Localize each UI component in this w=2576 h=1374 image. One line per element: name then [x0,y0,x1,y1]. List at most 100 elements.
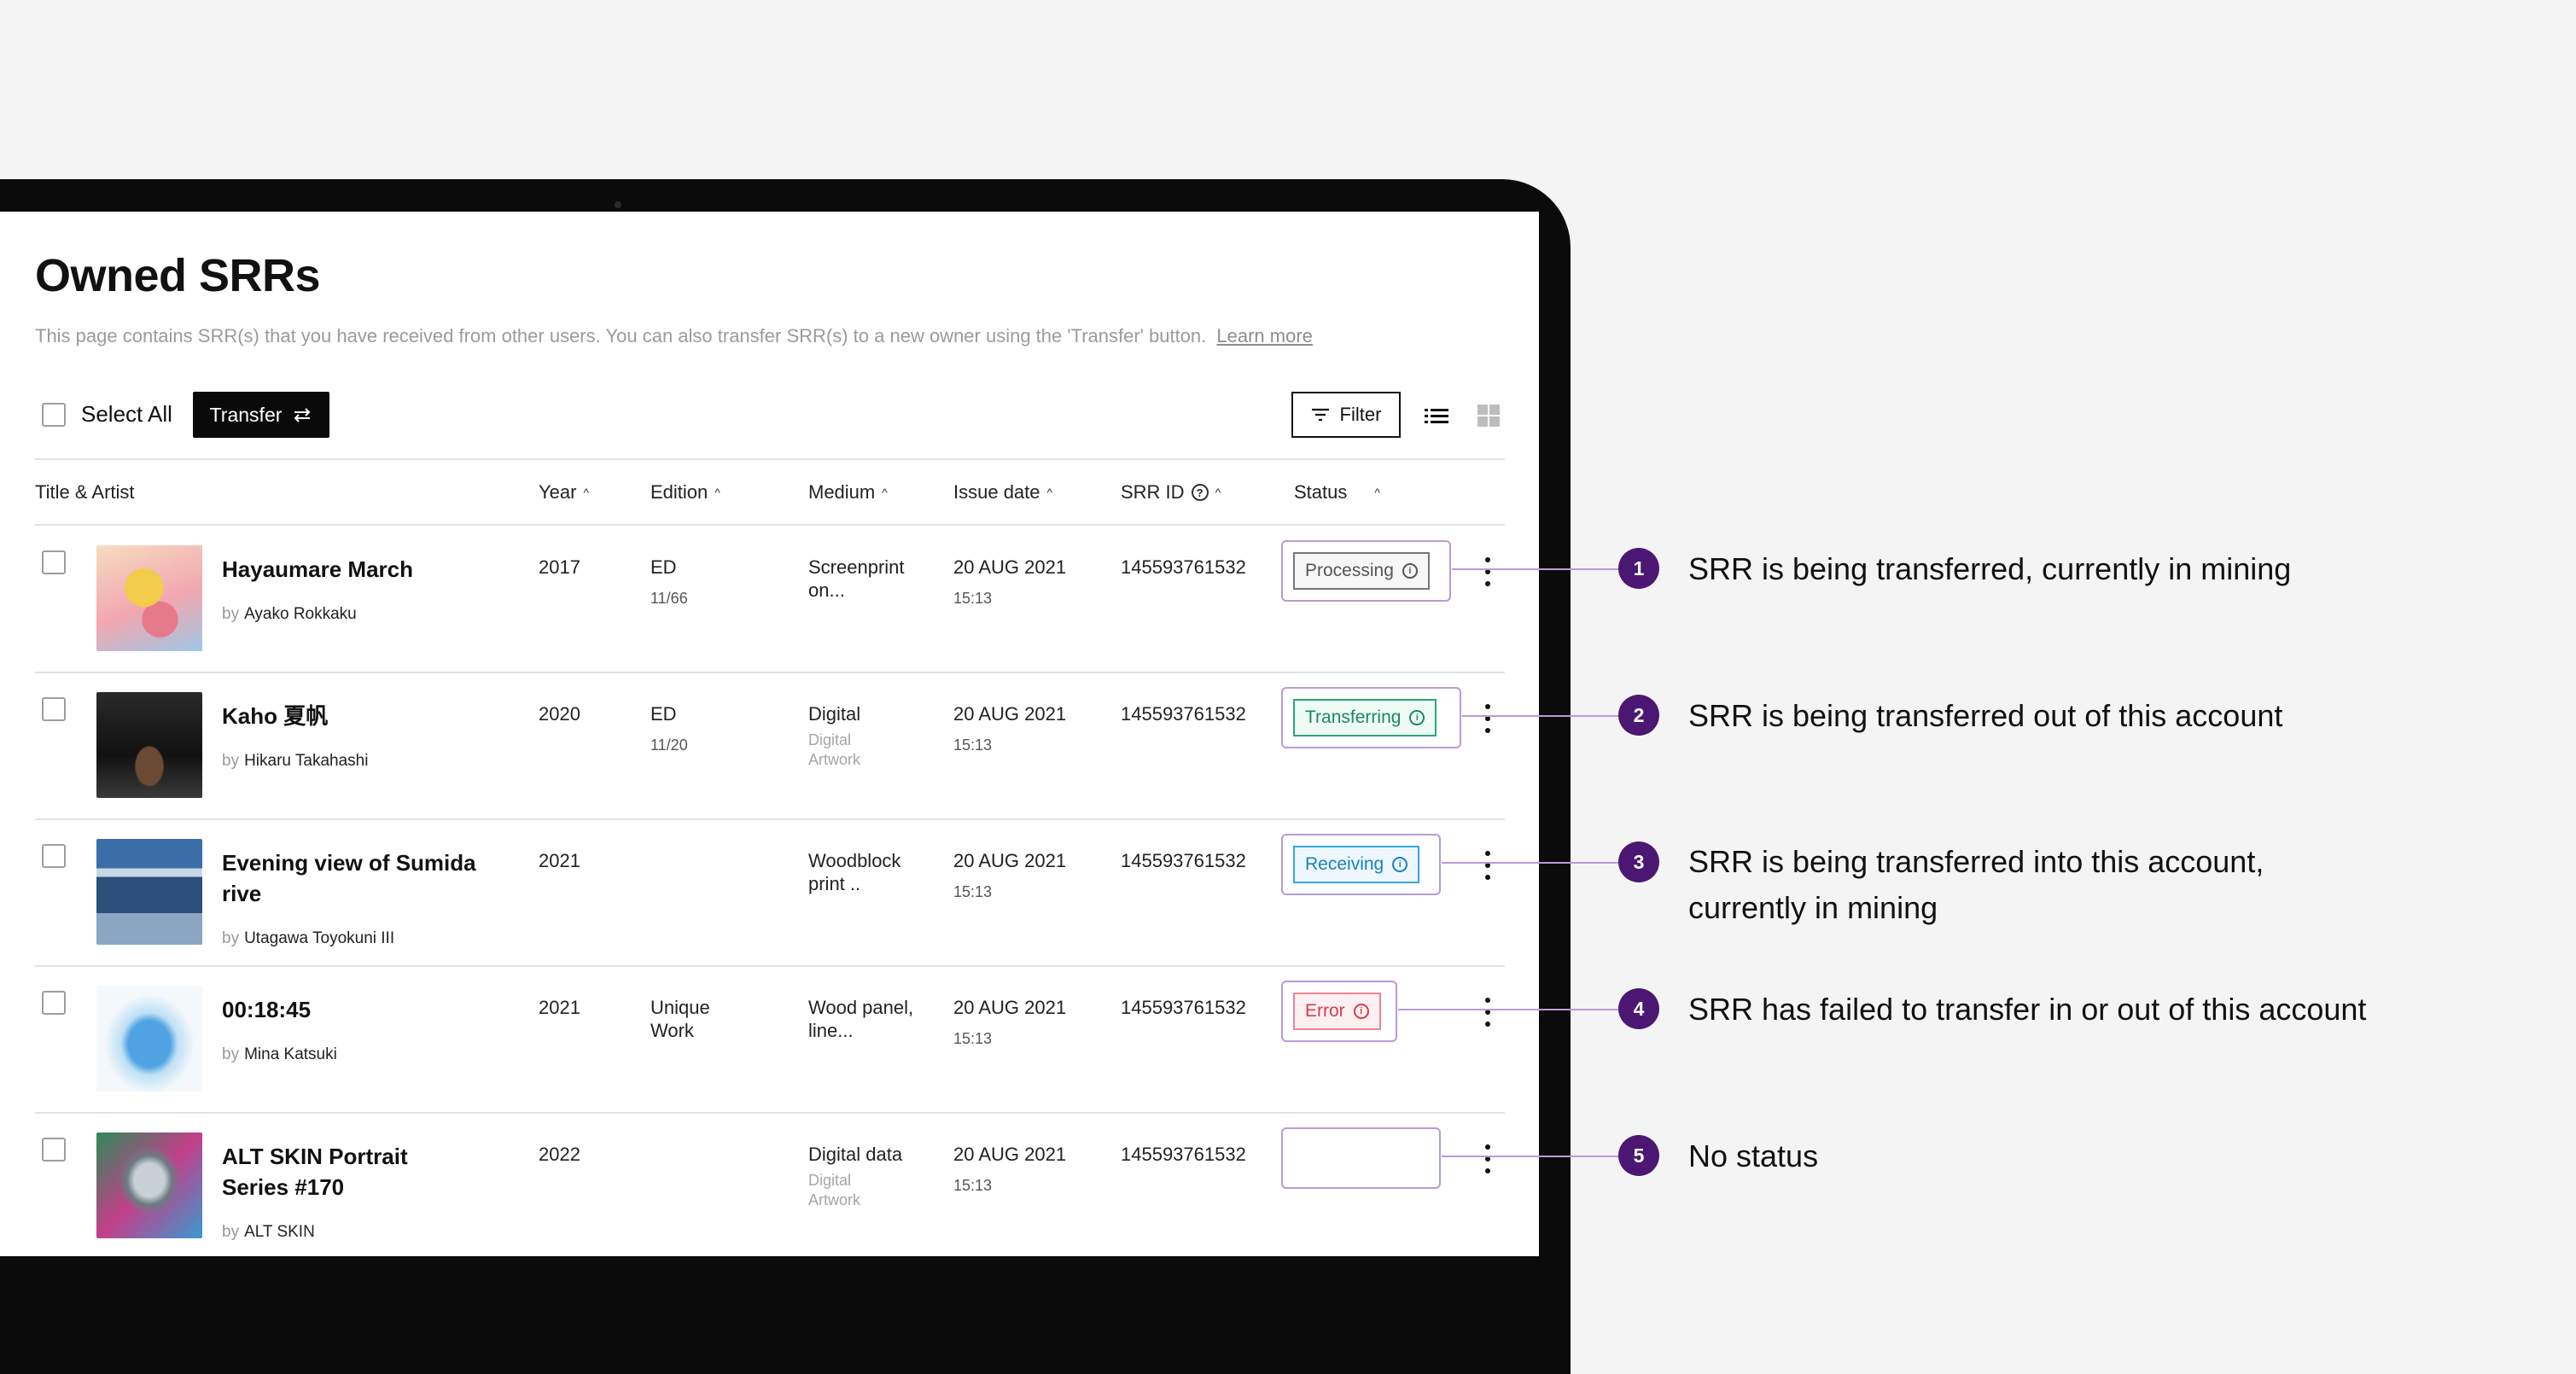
transfer-button[interactable]: Transfer [193,392,329,438]
artwork-thumbnail[interactable] [96,839,202,945]
artwork-title[interactable]: ALT SKIN Portrait Series #170 [222,1141,478,1202]
by-label: by [222,1045,240,1063]
column-issue-date[interactable]: Issue date ^ [953,481,1052,504]
status-badge-error[interactable]: Error i [1293,993,1381,1030]
issue-time: 15:13 [953,590,993,607]
row-checkbox[interactable] [42,991,66,1015]
artwork-title[interactable]: Hayaumare March [222,554,478,585]
select-all-checkbox[interactable] [42,403,66,427]
kebab-menu-icon[interactable] [1482,704,1494,733]
select-all-label: Select All [81,401,172,427]
row-checkbox[interactable] [42,697,66,721]
artist-name: Utagawa Toyokuni III [244,929,395,947]
description-text: This page contains SRR(s) that you have … [35,325,1207,346]
transfer-arrows-icon [294,408,311,422]
issue-date: 20 AUG 2021 [953,556,1067,578]
by-label: by [222,605,240,623]
issue-time: 15:13 [953,1030,993,1047]
artwork-thumbnail[interactable] [96,986,202,1092]
filter-icon [1311,408,1329,422]
status-label: Error [1305,1001,1345,1021]
table-row: ALT SKIN Portrait Series #170 by ALT SKIN… [0,1112,1539,1256]
artwork-title[interactable]: 00:18:45 [222,994,478,1025]
edition-number: 11/66 [650,590,688,607]
table-row: 00:18:45 by Mina Katsuki 2021 Unique Work… [0,965,1539,1112]
artist-name: ALT SKIN [244,1223,315,1241]
column-edition[interactable]: Edition ^ [650,481,720,504]
info-icon: i [1409,710,1425,725]
issue-date: 20 AUG 2021 [953,997,1067,1018]
status-highlight: Error i [1281,981,1397,1042]
medium-cell: Digital data Digital Artwork [808,1143,919,1210]
status-badge-transferring[interactable]: Transferring i [1293,699,1437,736]
list-view-icon[interactable] [1424,403,1449,428]
page-description: This page contains SRR(s) that you have … [35,325,1313,347]
artwork-title[interactable]: Kaho 夏帆 [222,701,478,731]
year-cell: 2020 [539,703,580,725]
column-status[interactable]: Status ^ [1294,481,1380,504]
callout-number-badge: 2 [1618,695,1659,736]
column-year[interactable]: Year ^ [539,481,589,504]
artwork-thumbnail[interactable] [96,1132,202,1238]
year-cell: 2017 [539,556,580,578]
page-title: Owned SRRs [35,250,321,301]
kebab-menu-icon[interactable] [1482,851,1494,880]
medium-cell: Screenprint on... [808,556,905,601]
row-checkbox[interactable] [42,550,66,574]
edition-cell: Unique Work [650,997,710,1041]
sort-caret-icon: ^ [1215,486,1221,499]
column-label: Year [539,481,577,503]
medium-cell: Wood panel, line... [808,997,914,1041]
status-label: Processing [1305,561,1394,580]
srr-id-cell: 145593761532 [1121,556,1246,578]
artwork-thumbnail[interactable] [96,692,202,798]
table-row: Hayaumare March by Ayako Rokkaku 2017 ED 1… [0,525,1539,672]
artwork-thumbnail[interactable] [96,545,202,651]
status-highlight: Receiving i [1281,834,1441,895]
row-checkbox[interactable] [42,844,66,868]
kebab-menu-icon[interactable] [1482,557,1494,586]
year-cell: 2021 [539,850,580,871]
table-row: Kaho 夏帆 by Hikaru Takahashi 2020 ED 11/20 … [0,672,1539,818]
srr-id-cell: 145593761532 [1121,997,1246,1018]
artist-name: Ayako Rokkaku [244,605,357,623]
artwork-title[interactable]: Evening view of Sumida rive [222,847,478,909]
learn-more-link[interactable]: Learn more [1216,325,1313,346]
column-medium[interactable]: Medium ^ [808,481,888,504]
edition-value: ED [650,703,677,725]
year-cell: 2021 [539,997,580,1018]
filter-button[interactable]: Filter [1291,392,1401,438]
row-checkbox[interactable] [42,1138,66,1161]
artist-name: Mina Katsuki [244,1045,337,1063]
grid-view-icon[interactable] [1476,403,1501,428]
callout-number-badge: 4 [1618,988,1659,1029]
edition-cell: ED 11/20 [650,702,688,757]
help-icon[interactable]: ? [1191,484,1209,501]
medium-cell: Digital Digital Artwork [808,702,902,770]
kebab-menu-icon[interactable] [1482,1144,1494,1173]
column-title-artist: Title & Artist [35,481,135,504]
sort-caret-icon: ^ [882,486,888,499]
issue-date-cell: 20 AUG 2021 15:13 [953,556,1066,610]
srr-id-cell: 145593761532 [1121,1144,1246,1165]
kebab-menu-icon[interactable] [1482,998,1494,1027]
transfer-button-label: Transfer [209,403,283,426]
callout-text: SRR has failed to transfer in or out of … [1688,992,2367,1027]
status-badge-processing[interactable]: Processing i [1293,552,1430,590]
column-label: Issue date [953,481,1040,503]
artist-name: Hikaru Takahashi [244,752,369,770]
column-srr-id[interactable]: SRR ID ? ^ [1121,481,1221,504]
callout-text: SRR is being transferred into this accou… [1688,844,2264,925]
callout-connector [1452,568,1618,570]
status-label: Transferring [1305,707,1402,727]
callout-text: No status [1688,1138,1819,1173]
issue-date-cell: 20 AUG 2021 15:13 [953,1143,1066,1197]
by-label: by [222,1223,240,1241]
issue-date: 20 AUG 2021 [953,850,1067,871]
issue-date: 20 AUG 2021 [953,703,1067,725]
status-badge-receiving[interactable]: Receiving i [1293,846,1420,883]
artist-line: by Mina Katsuki [222,1045,337,1064]
sort-caret-icon: ^ [583,486,590,499]
artist-line: by Hikaru Takahashi [222,752,368,771]
issue-time: 15:13 [953,883,993,900]
